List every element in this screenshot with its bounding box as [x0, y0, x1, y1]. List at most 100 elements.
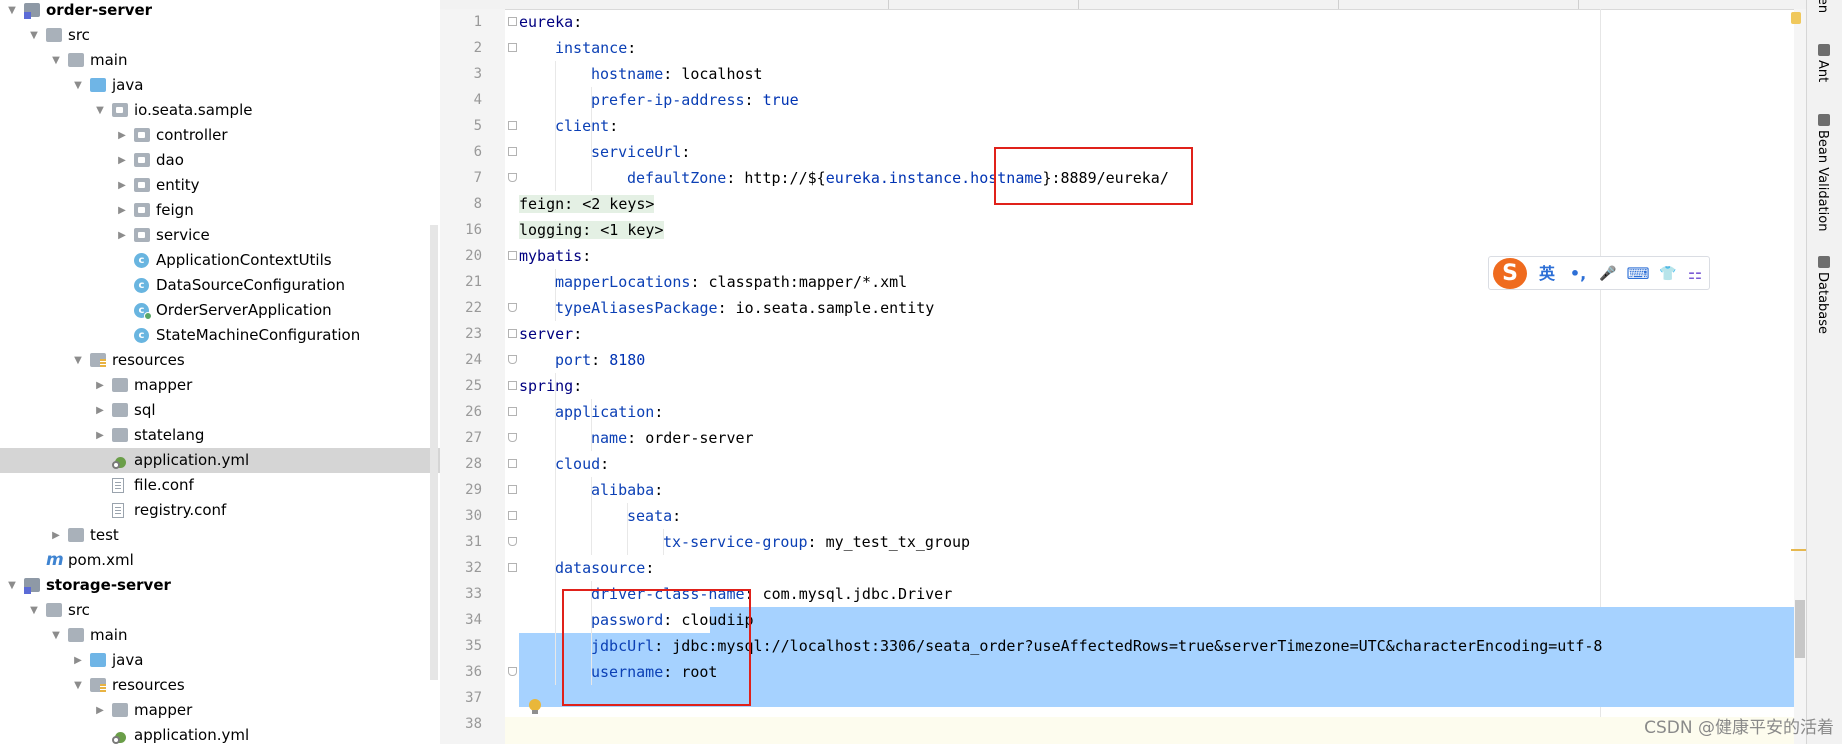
code-editor[interactable]: 1 2 3 4 5 6 7 8 16 20 21 22 23 24 25 26 27 28 29 30 31 32 33 34…	[440, 0, 1806, 744]
code-line[interactable]: cloud:	[519, 451, 1806, 477]
code-line[interactable]: application:	[519, 399, 1806, 425]
microphone-icon[interactable]: 🎤	[1595, 263, 1621, 285]
scrollbar-marker[interactable]	[1791, 549, 1806, 551]
scrollbar-thumb[interactable]	[1795, 600, 1805, 658]
punctuation-icon[interactable]: •,	[1565, 263, 1591, 285]
tree-item[interactable]: application.yml	[0, 723, 440, 744]
chevron-right-icon[interactable]: ▶	[94, 698, 106, 723]
chevron-down-icon[interactable]: ▼	[50, 48, 62, 73]
chevron-down-icon[interactable]: ▼	[28, 598, 40, 623]
tree-item[interactable]: c StateMachineConfiguration	[0, 323, 440, 348]
tree-item[interactable]: application.yml	[0, 448, 440, 473]
tree-item[interactable]: c OrderServerApplication	[0, 298, 440, 323]
fold-marker-icon[interactable]	[508, 667, 517, 676]
tree-item[interactable]: ▼ main	[0, 623, 440, 648]
folded-region[interactable]: logging: <1 key>	[519, 221, 664, 239]
fold-marker-icon[interactable]	[508, 329, 517, 338]
tree-item[interactable]: ▶ mapper	[0, 373, 440, 398]
tree-item[interactable]: m pom.xml	[0, 548, 440, 573]
tree-item[interactable]: ▼ io.seata.sample	[0, 98, 440, 123]
tree-item[interactable]: ▶ mapper	[0, 698, 440, 723]
fold-marker-icon[interactable]	[508, 251, 517, 260]
fold-marker-icon[interactable]	[508, 381, 517, 390]
tree-item[interactable]: ▶ test	[0, 523, 440, 548]
code-line[interactable]: spring:	[519, 373, 1806, 399]
tree-item[interactable]: ▼ resources	[0, 673, 440, 698]
keyboard-icon[interactable]: ⌨	[1625, 263, 1651, 285]
code-line[interactable]: logging: <1 key>	[519, 217, 1806, 243]
chevron-right-icon[interactable]: ▶	[94, 398, 106, 423]
chevron-down-icon[interactable]: ▼	[6, 0, 18, 23]
tool-tab-database[interactable]: Database	[1815, 272, 1830, 334]
code-line[interactable]: client:	[519, 113, 1806, 139]
fold-marker-icon[interactable]	[508, 563, 517, 572]
ime-language-toggle[interactable]: 英	[1533, 263, 1561, 285]
tree-item[interactable]: ▶ entity	[0, 173, 440, 198]
code-line[interactable]: name: order-server	[519, 425, 1806, 451]
tool-tab-maven[interactable]: Maven	[1815, 0, 1830, 13]
tree-item[interactable]: ▼ java	[0, 73, 440, 98]
code-line[interactable]: server:	[519, 321, 1806, 347]
tool-tab-ant[interactable]: Ant	[1815, 60, 1830, 82]
chevron-down-icon[interactable]: ▼	[72, 348, 84, 373]
chevron-down-icon[interactable]: ▼	[50, 623, 62, 648]
tree-item[interactable]: ▶ service	[0, 223, 440, 248]
fold-marker-icon[interactable]	[508, 511, 517, 520]
fold-marker-icon[interactable]	[508, 537, 517, 546]
folded-region[interactable]: feign: <2 keys>	[519, 195, 655, 213]
code-line[interactable]	[519, 711, 1806, 737]
chevron-right-icon[interactable]: ▶	[94, 423, 106, 448]
fold-marker-icon[interactable]	[508, 17, 517, 26]
code-line[interactable]: tx-service-group: my_test_tx_group	[519, 529, 1806, 555]
intention-bulb-icon[interactable]	[528, 699, 542, 715]
skin-shirt-icon[interactable]: 👕	[1655, 263, 1681, 285]
tool-tab-bean-validation[interactable]: Bean Validation	[1815, 130, 1830, 231]
tree-item[interactable]: c ApplicationContextUtils	[0, 248, 440, 273]
chevron-right-icon[interactable]: ▶	[116, 198, 128, 223]
code-line[interactable]: alibaba:	[519, 477, 1806, 503]
fold-marker-icon[interactable]	[508, 147, 517, 156]
fold-marker-icon[interactable]	[508, 407, 517, 416]
code-line[interactable]: hostname: localhost	[519, 61, 1806, 87]
tree-item[interactable]: ▼ storage-server	[0, 573, 440, 598]
tree-item[interactable]: ▼ resources	[0, 348, 440, 373]
chevron-right-icon[interactable]: ▶	[50, 523, 62, 548]
code-line[interactable]: seata:	[519, 503, 1806, 529]
fold-marker-icon[interactable]	[508, 355, 517, 364]
code-line[interactable]: prefer-ip-address: true	[519, 87, 1806, 113]
tree-item[interactable]: file.conf	[0, 473, 440, 498]
chevron-down-icon[interactable]: ▼	[72, 73, 84, 98]
fold-marker-icon[interactable]	[508, 459, 517, 468]
tree-item[interactable]: ▶ sql	[0, 398, 440, 423]
chevron-right-icon[interactable]: ▶	[116, 123, 128, 148]
tree-item[interactable]: ▶ controller	[0, 123, 440, 148]
code-line[interactable]: datasource:	[519, 555, 1806, 581]
tree-item[interactable]: ▼ order-server	[0, 0, 440, 23]
tree-item[interactable]: c DataSourceConfiguration	[0, 273, 440, 298]
chevron-right-icon[interactable]: ▶	[94, 373, 106, 398]
toolbox-icon[interactable]: ⚏	[1683, 263, 1707, 285]
chevron-down-icon[interactable]: ▼	[94, 98, 106, 123]
tree-item[interactable]: registry.conf	[0, 498, 440, 523]
tree-item[interactable]: ▶ statelang	[0, 423, 440, 448]
code-line[interactable]: eureka:	[519, 9, 1806, 35]
chevron-down-icon[interactable]: ▼	[28, 23, 40, 48]
tree-item[interactable]: ▼ src	[0, 23, 440, 48]
code-line[interactable]: instance:	[519, 35, 1806, 61]
tree-item[interactable]: ▶ dao	[0, 148, 440, 173]
fold-marker-icon[interactable]	[508, 43, 517, 52]
ime-toolbar[interactable]: S 英 •, 🎤 ⌨ 👕 ⚏	[1488, 256, 1710, 290]
chevron-right-icon[interactable]: ▶	[116, 173, 128, 198]
chevron-down-icon[interactable]: ▼	[6, 573, 18, 598]
tree-item[interactable]: ▼ main	[0, 48, 440, 73]
inspection-status-icon[interactable]	[1791, 12, 1801, 24]
chevron-down-icon[interactable]: ▼	[72, 673, 84, 698]
code-line[interactable]: port: 8180	[519, 347, 1806, 373]
sogou-logo-icon[interactable]: S	[1493, 258, 1527, 289]
fold-marker-icon[interactable]	[508, 485, 517, 494]
fold-marker-icon[interactable]	[508, 121, 517, 130]
fold-marker-icon[interactable]	[508, 433, 517, 442]
fold-marker-icon[interactable]	[508, 303, 517, 312]
tree-item[interactable]: ▶ java	[0, 648, 440, 673]
chevron-right-icon[interactable]: ▶	[116, 223, 128, 248]
